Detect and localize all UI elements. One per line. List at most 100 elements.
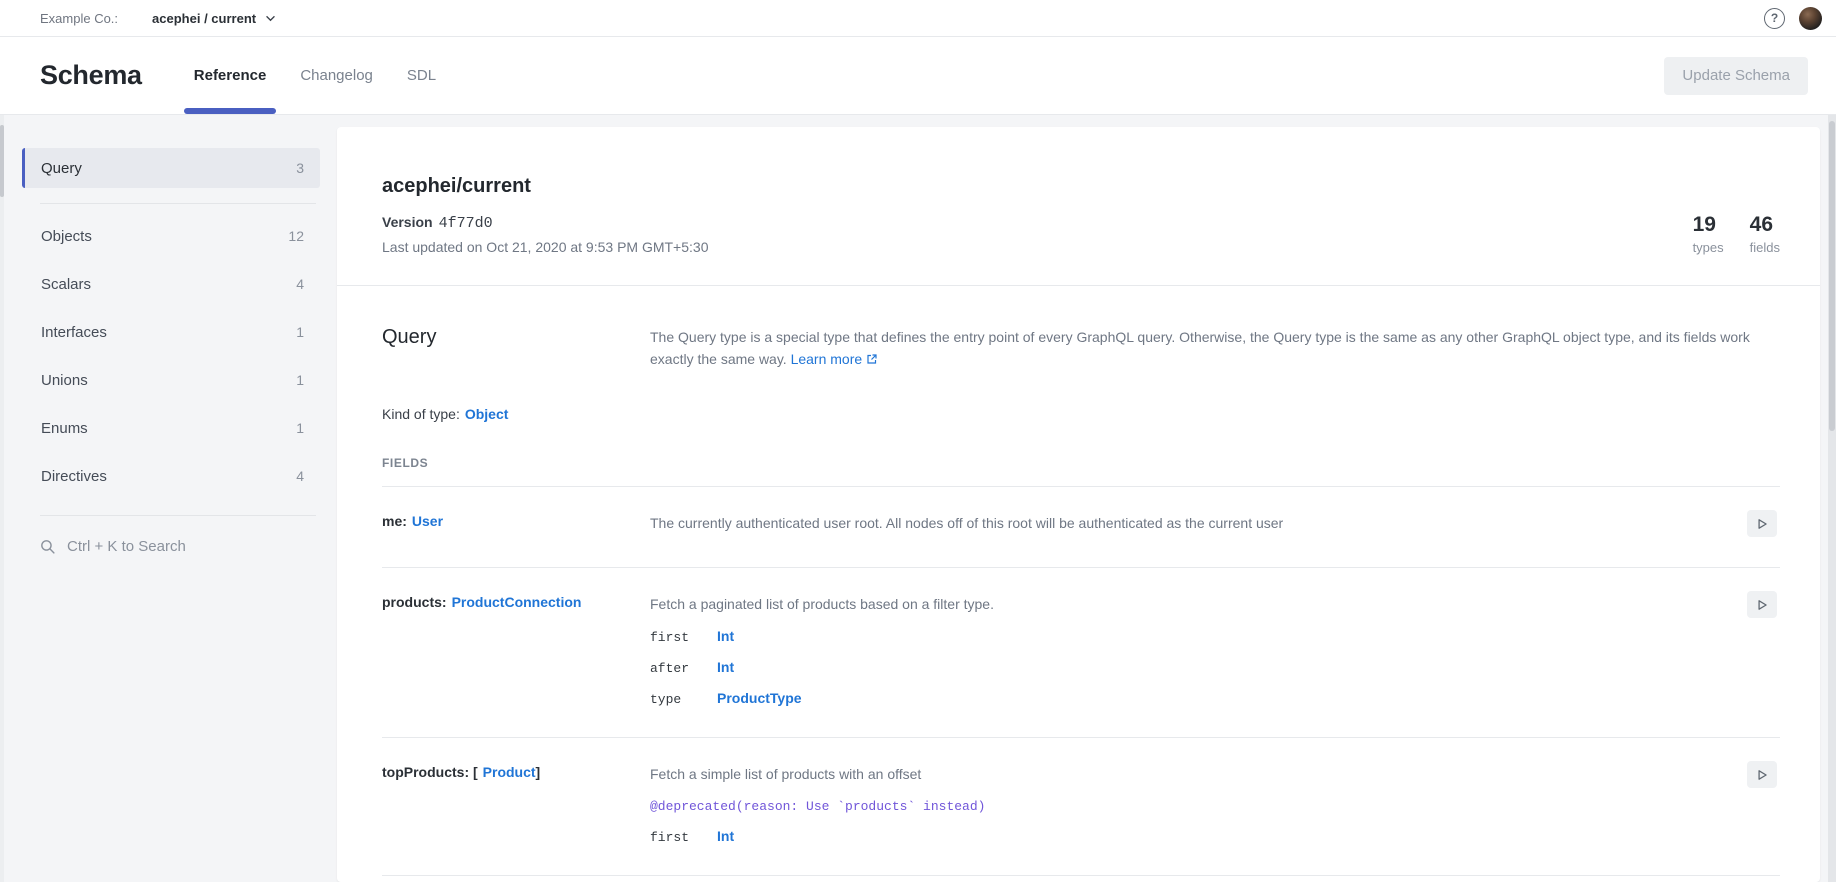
- tab-reference[interactable]: Reference: [182, 37, 279, 114]
- field-args: first Int: [650, 828, 1697, 845]
- sidebar-item-count: 1: [296, 324, 304, 340]
- scrollbar-thumb[interactable]: [0, 125, 4, 197]
- page-header: Schema Reference Changelog SDL Update Sc…: [0, 37, 1836, 115]
- page-scrollbar[interactable]: [1828, 115, 1836, 882]
- field-description: The currently authenticated user root. A…: [650, 513, 1697, 533]
- field-name-column: topProducts: [Product]: [382, 764, 650, 845]
- arg-row: first Int: [650, 628, 1697, 645]
- type-name-column: Query: [382, 326, 650, 370]
- field-signature: me:User: [382, 513, 443, 529]
- tab-changelog[interactable]: Changelog: [288, 37, 385, 114]
- sidebar-item-label: Directives: [41, 468, 107, 485]
- field-row-topproducts: topProducts: [Product] Fetch a simple li…: [382, 737, 1780, 875]
- arg-name: first: [650, 830, 717, 845]
- sidebar-item-directives[interactable]: Directives 4: [22, 452, 320, 500]
- field-type-link[interactable]: User: [412, 513, 443, 529]
- graph-selector-label: acephei / current: [152, 11, 256, 26]
- card-header-left: acephei/current Version 4f77d0 Last updat…: [382, 175, 708, 255]
- field-body: Fetch a simple list of products with an …: [650, 764, 1747, 845]
- help-icon[interactable]: ?: [1764, 8, 1785, 29]
- graph-title: acephei/current: [382, 175, 708, 198]
- kind-value-link[interactable]: Object: [465, 406, 509, 422]
- schema-card: acephei/current Version 4f77d0 Last updat…: [337, 127, 1820, 882]
- type-name: Query: [382, 326, 650, 349]
- field-type-link[interactable]: Product: [483, 764, 536, 780]
- schema-search-button[interactable]: Ctrl + K to Search: [22, 538, 320, 555]
- field-body: Fetch a paginated list of products based…: [650, 594, 1747, 707]
- tab-sdl[interactable]: SDL: [395, 37, 448, 114]
- content-area: Query 3 Objects 12 Scalars 4 Interfaces …: [0, 115, 1836, 882]
- search-hint: Ctrl + K to Search: [67, 538, 186, 555]
- sidebar-item-enums[interactable]: Enums 1: [22, 404, 320, 452]
- sidebar-item-label: Scalars: [41, 276, 91, 293]
- divider: [382, 875, 1780, 876]
- last-updated: Last updated on Oct 21, 2020 at 9:53 PM …: [382, 239, 708, 255]
- stat-types-label: types: [1693, 240, 1724, 255]
- sidebar-item-objects[interactable]: Objects 12: [22, 212, 320, 260]
- field-signature: topProducts: [Product]: [382, 764, 540, 780]
- sidebar-item-count: 1: [296, 372, 304, 388]
- schema-stats: 19 types 46 fields: [1693, 213, 1780, 255]
- stat-fields-label: fields: [1750, 240, 1780, 255]
- field-args: first Int after Int type ProductType: [650, 628, 1697, 707]
- arg-type-link[interactable]: Int: [717, 828, 734, 844]
- avatar[interactable]: [1799, 7, 1822, 30]
- org-label: Example Co.:: [40, 11, 118, 26]
- sidebar: Query 3 Objects 12 Scalars 4 Interfaces …: [22, 127, 320, 555]
- arg-type-link[interactable]: Int: [717, 659, 734, 675]
- search-icon: [39, 538, 56, 555]
- field-description: Fetch a simple list of products with an …: [650, 764, 1697, 784]
- arg-type-link[interactable]: Int: [717, 628, 734, 644]
- learn-more-link[interactable]: Learn more: [791, 348, 879, 370]
- field-body: The currently authenticated user root. A…: [650, 513, 1747, 537]
- play-icon: [1755, 517, 1769, 531]
- play-icon: [1755, 768, 1769, 782]
- field-description: Fetch a paginated list of products based…: [650, 594, 1697, 614]
- sidebar-item-unions[interactable]: Unions 1: [22, 356, 320, 404]
- card-header: acephei/current Version 4f77d0 Last updat…: [337, 127, 1820, 285]
- type-description: The Query type is a special type that de…: [650, 326, 1780, 370]
- run-field-button[interactable]: [1747, 591, 1777, 618]
- stat-fields-value: 46: [1750, 213, 1780, 237]
- sidebar-item-count: 4: [296, 468, 304, 484]
- sidebar-divider: [40, 515, 316, 516]
- sidebar-divider: [40, 203, 316, 204]
- play-icon: [1755, 598, 1769, 612]
- graph-selector[interactable]: acephei / current: [152, 11, 276, 26]
- version-label: Version: [382, 214, 433, 230]
- arg-row: type ProductType: [650, 690, 1697, 707]
- field-list: me:User The currently authenticated user…: [382, 486, 1780, 876]
- sidebar-item-scalars[interactable]: Scalars 4: [22, 260, 320, 308]
- sidebar-item-count: 4: [296, 276, 304, 292]
- sidebar-item-label: Enums: [41, 420, 88, 437]
- run-field-button[interactable]: [1747, 761, 1777, 788]
- field-name-column: me:User: [382, 513, 650, 537]
- arg-name: after: [650, 661, 717, 676]
- chevron-down-icon: [265, 15, 276, 22]
- sidebar-item-count: 12: [288, 228, 304, 244]
- update-schema-button[interactable]: Update Schema: [1664, 57, 1808, 95]
- stat-types: 19 types: [1693, 213, 1724, 255]
- external-link-icon: [866, 353, 878, 365]
- run-field-button[interactable]: [1747, 510, 1777, 537]
- scrollbar-thumb[interactable]: [1829, 121, 1835, 431]
- topbar-right: ?: [1764, 7, 1822, 30]
- sidebar-item-interfaces[interactable]: Interfaces 1: [22, 308, 320, 356]
- tabs: Reference Changelog SDL: [177, 37, 453, 114]
- deprecated-annotation: @deprecated(reason: Use `products` inste…: [650, 799, 1697, 814]
- field-row-products: products:ProductConnection Fetch a pagin…: [382, 567, 1780, 737]
- field-type-link[interactable]: ProductConnection: [452, 594, 582, 610]
- sidebar-item-label: Unions: [41, 372, 88, 389]
- sidebar-scrollbar[interactable]: [0, 115, 4, 882]
- arg-row: after Int: [650, 659, 1697, 676]
- stat-fields: 46 fields: [1750, 213, 1780, 255]
- arg-row: first Int: [650, 828, 1697, 845]
- arg-type-link[interactable]: ProductType: [717, 690, 802, 706]
- field-name-column: products:ProductConnection: [382, 594, 650, 707]
- sidebar-item-query[interactable]: Query 3: [22, 148, 320, 188]
- sidebar-item-label: Objects: [41, 228, 92, 245]
- version-hash: 4f77d0: [439, 215, 493, 232]
- kind-of-type-line: Kind of type:Object: [382, 406, 1780, 422]
- sidebar-item-count: 3: [296, 160, 304, 176]
- sidebar-item-label: Query: [41, 160, 82, 177]
